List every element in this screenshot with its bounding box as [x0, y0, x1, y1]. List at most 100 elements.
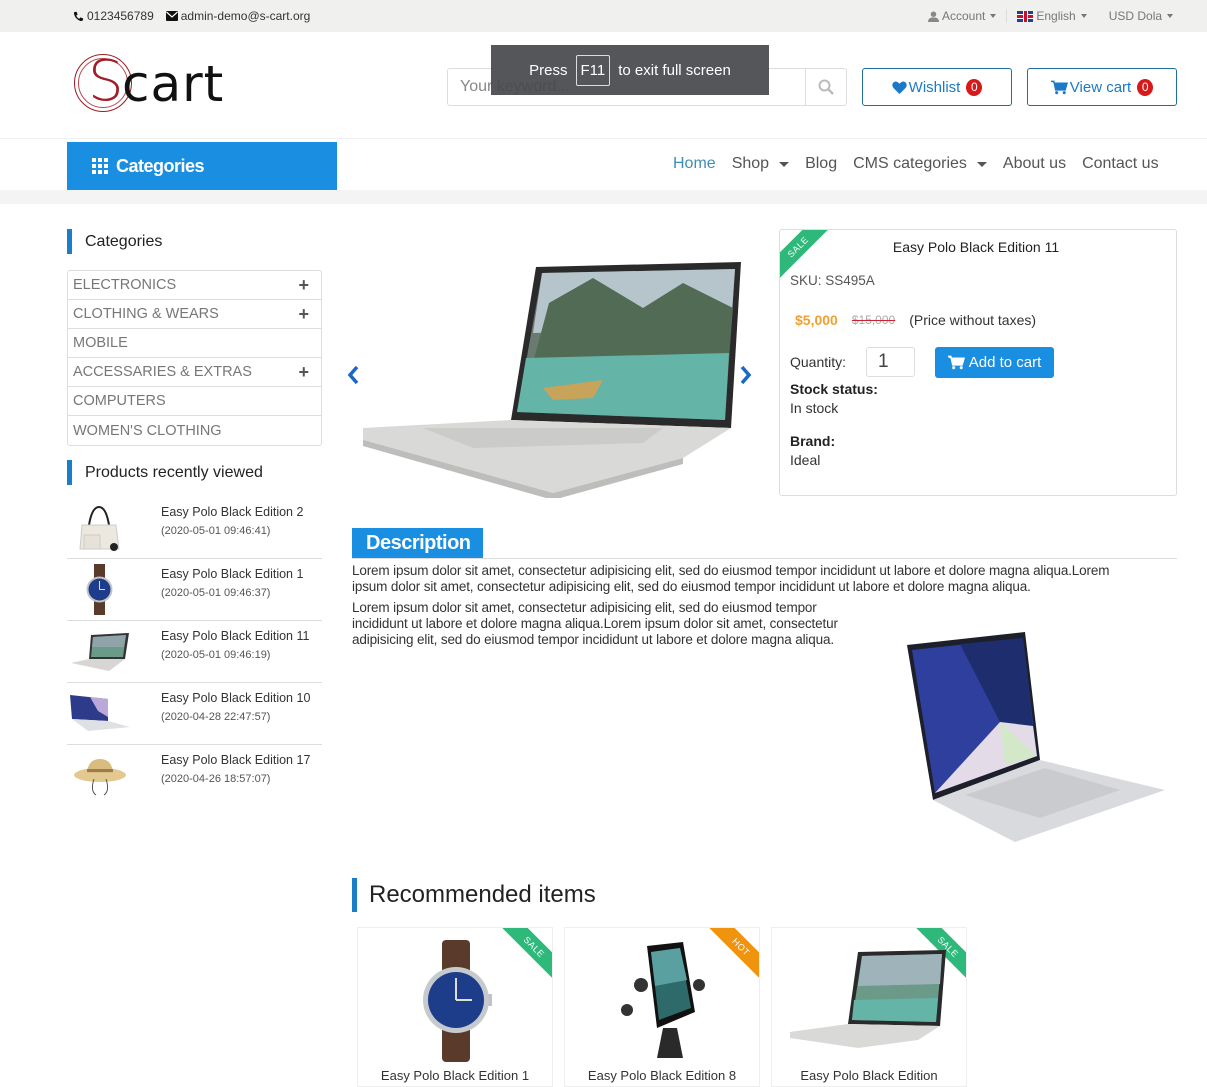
category-item-clothing-wears[interactable]: CLOTHING & WEARS +	[68, 300, 321, 329]
fullscreen-key: F11	[575, 54, 611, 86]
nav-cms-categories[interactable]: CMS categories	[853, 155, 987, 173]
nav-home[interactable]: Home	[673, 155, 716, 173]
category-item-electronics[interactable]: ELECTRONICS +	[68, 271, 321, 300]
description-line: ipsum dolor sit amet, consectetur adipis…	[352, 579, 1031, 594]
search-button[interactable]	[805, 69, 846, 105]
recommended-product-name[interactable]: Easy Polo Black Edition 8	[565, 1068, 759, 1083]
product-main-image	[363, 262, 741, 498]
expand-plus-icon[interactable]: +	[298, 275, 309, 296]
heading-accent-bar	[67, 460, 72, 485]
laptop-thumbnail[interactable]	[67, 686, 132, 741]
expand-plus-icon[interactable]: +	[298, 304, 309, 325]
recent-product-item[interactable]: Easy Polo Black Edition 17 (2020-04-26 18…	[67, 745, 322, 807]
nav-shop[interactable]: Shop	[731, 155, 790, 173]
recent-product-item[interactable]: Easy Polo Black Edition 10 (2020-04-28 22…	[67, 683, 322, 745]
recent-product-date: (2020-05-01 09:46:37)	[161, 587, 271, 599]
heading-text: Recommended items	[369, 881, 596, 908]
wishlist-label: Wishlist	[908, 78, 961, 96]
category-item-mobile[interactable]: MOBILE	[68, 329, 321, 358]
recommended-product-card[interactable]: HOT Easy Polo Black Edition 8	[564, 927, 760, 1087]
watch-thumbnail[interactable]	[67, 562, 132, 617]
category-label: CLOTHING & WEARS	[73, 306, 219, 322]
recent-product-item[interactable]: Easy Polo Black Edition 1 (2020-05-01 09:…	[67, 559, 322, 621]
language-label: English	[1036, 9, 1076, 23]
nav-contact-label: Contact us	[1082, 155, 1159, 172]
quantity-input[interactable]	[866, 347, 915, 377]
caret-down-icon	[990, 14, 997, 18]
recommended-product-card[interactable]: SALE Easy Polo Black Edition	[771, 927, 967, 1087]
nav-about-us[interactable]: About us	[1003, 155, 1066, 173]
nav-contact-us[interactable]: Contact us	[1082, 155, 1158, 173]
cart-icon	[947, 355, 965, 370]
caret-down-icon	[779, 161, 790, 167]
heading-accent-bar	[67, 229, 72, 254]
recommended-heading: Recommended items	[352, 878, 596, 912]
heading-text: Categories	[85, 232, 163, 250]
language-selector[interactable]: English	[1006, 9, 1096, 23]
recommended-product-card[interactable]: SALE Easy Polo Black Edition 1	[357, 927, 553, 1087]
uk-flag-icon	[1017, 10, 1034, 22]
recent-product-name[interactable]: Easy Polo Black Edition 2	[161, 505, 303, 519]
top-bar: 0123456789 admin-demo@s-cart.org Account…	[0, 0, 1207, 32]
caret-down-icon	[1167, 14, 1174, 18]
gallery-next-arrow[interactable]	[740, 365, 752, 391]
original-price: $15,000	[851, 313, 896, 327]
recent-product-name[interactable]: Easy Polo Black Edition 17	[161, 753, 310, 767]
recent-product-name[interactable]: Easy Polo Black Edition 11	[161, 629, 309, 643]
category-label: COMPUTERS	[73, 393, 166, 409]
nav-blog[interactable]: Blog	[805, 155, 837, 173]
sale-price: $5,000	[795, 312, 838, 328]
caret-down-icon	[976, 161, 987, 167]
wishlist-count-badge: 0	[966, 78, 983, 96]
recent-product-item[interactable]: Easy Polo Black Edition 2 (2020-05-01 09:…	[67, 497, 322, 559]
laptop-thumbnail[interactable]	[67, 624, 132, 679]
tab-description[interactable]: Description	[352, 528, 483, 558]
add-to-cart-label: Add to cart	[968, 354, 1042, 371]
watch-product-image	[423, 940, 492, 1062]
recommended-product-name[interactable]: Easy Polo Black Edition	[772, 1068, 966, 1083]
description-line: adipisicing elit, sed do eiusmod tempor …	[352, 632, 834, 647]
view-cart-button[interactable]: View cart 0	[1027, 68, 1177, 106]
recent-product-name[interactable]: Easy Polo Black Edition 1	[161, 567, 303, 581]
sale-ribbon: SALE	[499, 928, 552, 982]
add-to-cart-button[interactable]: Add to cart	[935, 347, 1054, 378]
currency-selector[interactable]: USD Dola	[1097, 9, 1183, 23]
cart-icon	[1050, 80, 1068, 94]
account-menu[interactable]: Account	[928, 9, 1006, 23]
site-logo[interactable]: S cart	[74, 50, 223, 116]
heart-icon	[891, 81, 907, 94]
nav-shop-label: Shop	[731, 155, 770, 172]
recent-product-date: (2020-05-01 09:46:41)	[161, 525, 271, 537]
category-item-accessaries-extras[interactable]: ACCESSARIES & EXTRAS +	[68, 358, 321, 387]
product-title-text: Easy Polo Black Edition 11	[892, 239, 1060, 255]
stock-status-label: Stock status:	[790, 381, 878, 397]
wishlist-button[interactable]: Wishlist 0	[862, 68, 1012, 106]
account-label: Account	[942, 9, 986, 23]
product-gallery	[345, 240, 760, 510]
recent-product-item[interactable]: Easy Polo Black Edition 11 (2020-05-01 09…	[67, 621, 322, 683]
category-label: ACCESSARIES & EXTRAS	[73, 364, 252, 380]
description-line: Lorem ipsum dolor sit amet, consectetur …	[352, 600, 817, 615]
description-line: Lorem ipsum dolor sit amet, consectetur …	[352, 563, 1110, 578]
categories-menu-button[interactable]: Categories	[67, 142, 337, 190]
expand-plus-icon[interactable]: +	[298, 362, 309, 383]
brand-value[interactable]: Ideal	[790, 452, 820, 468]
quantity-label: Quantity:	[790, 354, 847, 370]
recommended-product-name[interactable]: Easy Polo Black Edition 1	[358, 1068, 552, 1083]
recent-product-name[interactable]: Easy Polo Black Edition 10	[161, 691, 310, 705]
heading-text: Products recently viewed	[85, 463, 263, 481]
product-title: Easy Polo Black Edition 11	[780, 239, 1176, 255]
nav-cms-label: CMS categories	[853, 155, 967, 172]
email-address: admin-demo@s-cart.org	[180, 9, 311, 23]
phone-number: 0123456789	[87, 9, 154, 23]
category-label: WOMEN'S CLOTHING	[73, 422, 222, 439]
phone-holder-product-image	[621, 942, 705, 1058]
user-icon	[928, 10, 939, 22]
category-item-computers[interactable]: COMPUTERS	[68, 387, 321, 416]
category-list: ELECTRONICS + CLOTHING & WEARS + MOBILE AC…	[67, 270, 322, 446]
currency-label: USD Dola	[1108, 9, 1163, 23]
hat-thumbnail[interactable]	[67, 748, 132, 803]
recently-viewed-heading: Products recently viewed	[67, 460, 263, 485]
handbag-thumbnail[interactable]	[67, 500, 132, 555]
category-item-womens-clothing[interactable]: WOMEN'S CLOTHING	[68, 416, 321, 445]
